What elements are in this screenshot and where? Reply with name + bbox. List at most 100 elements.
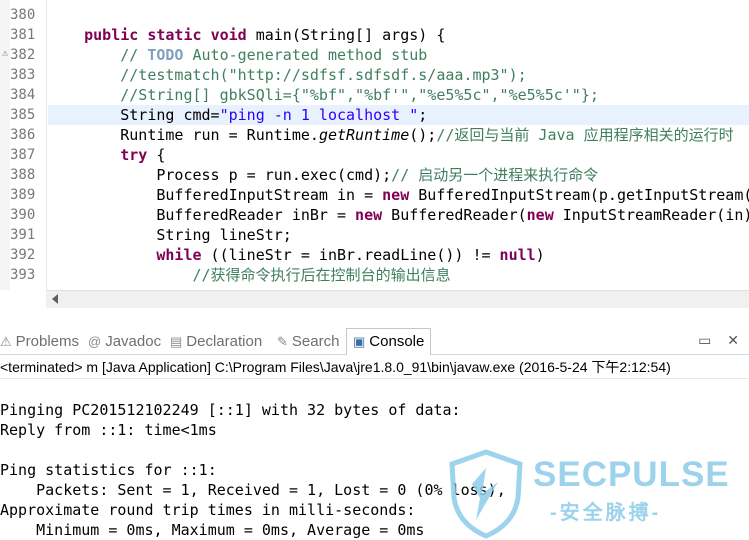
line-number: 384 <box>10 87 36 103</box>
code-token: try <box>120 146 148 164</box>
line-number: 388 <box>10 167 36 183</box>
editor-corner <box>0 290 46 308</box>
code-token: BufferedInputStream(p.getInputStream( <box>409 186 749 204</box>
line-number: 393 <box>10 267 36 283</box>
line-number: 389 <box>10 187 36 203</box>
line-number: 390 <box>10 207 36 223</box>
code-token: null <box>499 246 536 264</box>
close-icon[interactable]: ✕ <box>727 332 739 348</box>
code-line: while ((lineStr = inBr.readLine()) != nu… <box>48 245 749 265</box>
console-icon: ▣ <box>353 334 366 349</box>
code-token: Runtime run = Runtime. <box>48 126 319 144</box>
code-token: ) <box>535 246 545 264</box>
line-number: 380 <box>10 7 36 23</box>
line-number: 391 <box>10 227 36 243</box>
line-number: 386 <box>10 127 36 143</box>
code-token: BufferedReader( <box>382 206 527 224</box>
line-number: 381 <box>10 27 36 43</box>
code-token: ; <box>418 106 428 124</box>
console-line: Packets: Sent = 1, Received = 1, Lost = … <box>0 481 506 499</box>
code-token: new <box>355 206 383 224</box>
code-token: getRuntime <box>318 126 410 144</box>
scroll-left-arrow-icon[interactable] <box>52 294 58 304</box>
code-token: BufferedReader inBr = <box>48 206 356 224</box>
tab-console[interactable]: ▣ Console <box>346 328 432 355</box>
console-line: Ping statistics for ::1: <box>0 461 217 479</box>
code-line: public static void main(String[] args) { <box>48 25 749 45</box>
code-line: //String[] gbkSQli={"%bf","%bf'","%e5%5c… <box>48 85 749 105</box>
tab-label: Declaration <box>186 333 263 350</box>
code-token: TODO <box>147 46 184 64</box>
line-number: 385 <box>10 107 36 123</box>
search-icon: ✎ <box>277 334 288 349</box>
code-line: //获得命令执行后在控制台的输出信息 <box>48 265 749 285</box>
watermark-title: SECPULSE <box>533 455 730 494</box>
code-line: //testmatch("http://sdfsf.sdfsdf.s/aaa.m… <box>48 65 749 85</box>
line-number: 387 <box>10 147 36 163</box>
line-number: 392 <box>10 247 36 263</box>
code-token: ((lineStr = inBr.readLine()) != <box>201 246 500 264</box>
secpulse-shield-icon <box>449 449 523 539</box>
warning-marker-icon: ⚠ <box>2 48 9 59</box>
code-line: BufferedInputStream in = new BufferedInp… <box>48 185 749 205</box>
console-line: Reply from ::1: time<1ms <box>0 421 217 439</box>
code-token: Process p = run.exec(cmd); <box>48 166 392 184</box>
code-line: try { <box>48 145 749 165</box>
code-token: main(String[] args) { <box>246 26 446 44</box>
tab-search[interactable]: ✎ Search <box>277 328 339 354</box>
console-line: Pinging PC201512102249 [::1] with 32 byt… <box>0 401 461 419</box>
code-token: void <box>210 26 247 44</box>
panel-controls: ▭ ✕ <box>698 328 739 354</box>
line-number: 383 <box>10 67 36 83</box>
horizontal-scrollbar[interactable] <box>46 290 749 309</box>
annotation-gutter <box>0 0 10 290</box>
code-token: { <box>147 146 166 164</box>
code-line: // TODO Auto-generated method stub <box>48 45 749 65</box>
problems-icon: ⚠ <box>0 334 12 349</box>
code-token: //testmatch("http://sdfsf.sdfsdf.s/aaa.m… <box>120 66 527 84</box>
code-token: while <box>156 246 202 264</box>
console-line: Approximate round trip times in milli-se… <box>0 501 416 519</box>
line-number: 382 <box>10 47 36 63</box>
watermark-subtitle: -安全脉搏- <box>550 502 662 524</box>
code-editor[interactable]: 380 381 public static void main(String[] … <box>0 0 749 290</box>
code-token: //获得命令执行后在控制台的输出信息 <box>192 266 451 284</box>
tab-label: Problems <box>15 333 80 350</box>
tab-label: Search <box>291 333 340 350</box>
panel-separator <box>0 308 749 328</box>
code-token: (); <box>409 126 437 144</box>
code-line: String lineStr; <box>48 225 749 245</box>
minimize-icon[interactable]: ▭ <box>698 332 711 348</box>
console-line: Minimum = 0ms, Maximum = 0ms, Average = … <box>0 521 425 539</box>
code-token: new <box>382 186 410 204</box>
code-line: Runtime run = Runtime.getRuntime();//返回与… <box>48 125 749 145</box>
tab-label: Javadoc <box>105 333 162 350</box>
tab-label: Console <box>369 333 425 350</box>
console-status: <terminated> m [Java Application] C:\Pro… <box>0 356 749 379</box>
code-token: String cmd= <box>48 106 220 124</box>
code-token: "ping -n 1 localhost " <box>219 106 419 124</box>
code-token: new <box>526 206 554 224</box>
tab-javadoc[interactable]: @ Javadoc <box>88 328 161 354</box>
bottom-panel-tabs: ⚠ Problems @ Javadoc ▤ Declaration ✎ Search … <box>0 328 749 355</box>
code-token: // 启动另一个进程来执行命令 <box>391 166 599 184</box>
tab-problems[interactable]: ⚠ Problems <box>0 328 79 354</box>
code-line: String cmd="ping -n 1 localhost "; <box>48 105 749 125</box>
javadoc-icon: @ <box>88 334 102 349</box>
tab-declaration[interactable]: ▤ Declaration <box>170 328 262 354</box>
code-token: //String[] gbkSQli={"%bf","%bf'","%e5%5c… <box>120 86 599 104</box>
code-token: BufferedInputStream in = <box>48 186 383 204</box>
code-token: String lineStr; <box>48 226 292 244</box>
code-line: Process p = run.exec(cmd);// 启动另一个进程来执行命… <box>48 165 749 185</box>
code-token: //返回与当前 Java 应用程序相关的运行时 <box>436 126 734 144</box>
code-token: public <box>84 26 139 44</box>
code-token: // <box>120 46 148 64</box>
